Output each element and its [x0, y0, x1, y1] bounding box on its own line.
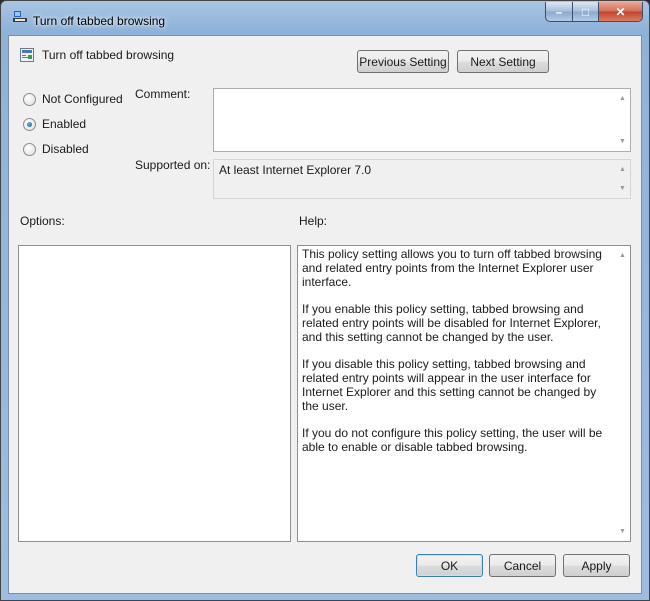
scroll-down-icon[interactable]: ▼: [619, 138, 626, 145]
help-paragraph: If you disable this policy setting, tabb…: [302, 357, 597, 413]
maximize-icon: □: [581, 4, 590, 19]
supported-on-field: At least Internet Explorer 7.0 ▲ ▼: [213, 159, 631, 199]
ok-button[interactable]: OK: [416, 554, 483, 577]
policy-dialog-window: Turn off tabbed browsing – □ ✕ Turn off …: [0, 0, 650, 601]
options-panel: [18, 245, 291, 542]
radio-label: Enabled: [42, 117, 87, 131]
help-text: This policy setting allows you to turn o…: [302, 247, 612, 467]
minimize-icon: –: [555, 4, 563, 19]
window-title: Turn off tabbed browsing: [33, 14, 166, 28]
radio-not-configured[interactable]: Not Configured: [23, 92, 123, 106]
scroll-down-icon[interactable]: ▼: [619, 528, 626, 535]
scroll-down-icon[interactable]: ▼: [619, 185, 626, 192]
scroll-up-icon[interactable]: ▲: [619, 252, 626, 259]
comment-label: Comment:: [135, 87, 191, 101]
dialog-body: Turn off tabbed browsing Previous Settin…: [8, 35, 642, 594]
comment-field[interactable]: ▲ ▼: [213, 88, 631, 152]
policy-name: Turn off tabbed browsing: [42, 48, 175, 62]
radio-button-selected[interactable]: [23, 117, 36, 131]
help-scrollbar[interactable]: ▲ ▼: [615, 246, 630, 541]
help-label: Help:: [299, 214, 328, 228]
scroll-up-icon[interactable]: ▲: [619, 95, 626, 102]
group-policy-icon: [13, 11, 27, 23]
radio-label: Not Configured: [42, 92, 123, 106]
help-paragraph: This policy setting allows you to turn o…: [302, 247, 602, 289]
help-paragraph: If you do not configure this policy sett…: [302, 426, 603, 454]
radio-enabled[interactable]: Enabled: [23, 117, 86, 131]
apply-button[interactable]: Apply: [563, 554, 630, 577]
previous-setting-button[interactable]: Previous Setting: [357, 50, 449, 73]
cancel-button[interactable]: Cancel: [489, 554, 556, 577]
comment-scrollbar[interactable]: ▲ ▼: [615, 89, 630, 151]
minimize-button[interactable]: –: [545, 2, 573, 22]
next-setting-button[interactable]: Next Setting: [457, 50, 549, 73]
supported-on-label: Supported on:: [135, 158, 211, 172]
supported-on-value: At least Internet Explorer 7.0: [219, 163, 372, 177]
scroll-up-icon[interactable]: ▲: [619, 166, 626, 173]
options-label: Options:: [20, 214, 65, 228]
close-icon: ✕: [615, 4, 626, 19]
radio-label: Disabled: [42, 142, 89, 156]
maximize-button[interactable]: □: [573, 2, 599, 22]
radio-button[interactable]: [23, 92, 36, 106]
supported-scrollbar[interactable]: ▲ ▼: [615, 160, 630, 198]
title-bar[interactable]: Turn off tabbed browsing – □ ✕: [1, 1, 649, 35]
radio-button[interactable]: [23, 142, 36, 156]
help-paragraph: If you enable this policy setting, tabbe…: [302, 302, 601, 344]
caption-buttons: – □ ✕: [545, 2, 643, 22]
close-button[interactable]: ✕: [599, 2, 643, 22]
policy-setting-icon: [20, 48, 34, 62]
radio-disabled[interactable]: Disabled: [23, 142, 89, 156]
help-panel: This policy setting allows you to turn o…: [297, 245, 631, 542]
